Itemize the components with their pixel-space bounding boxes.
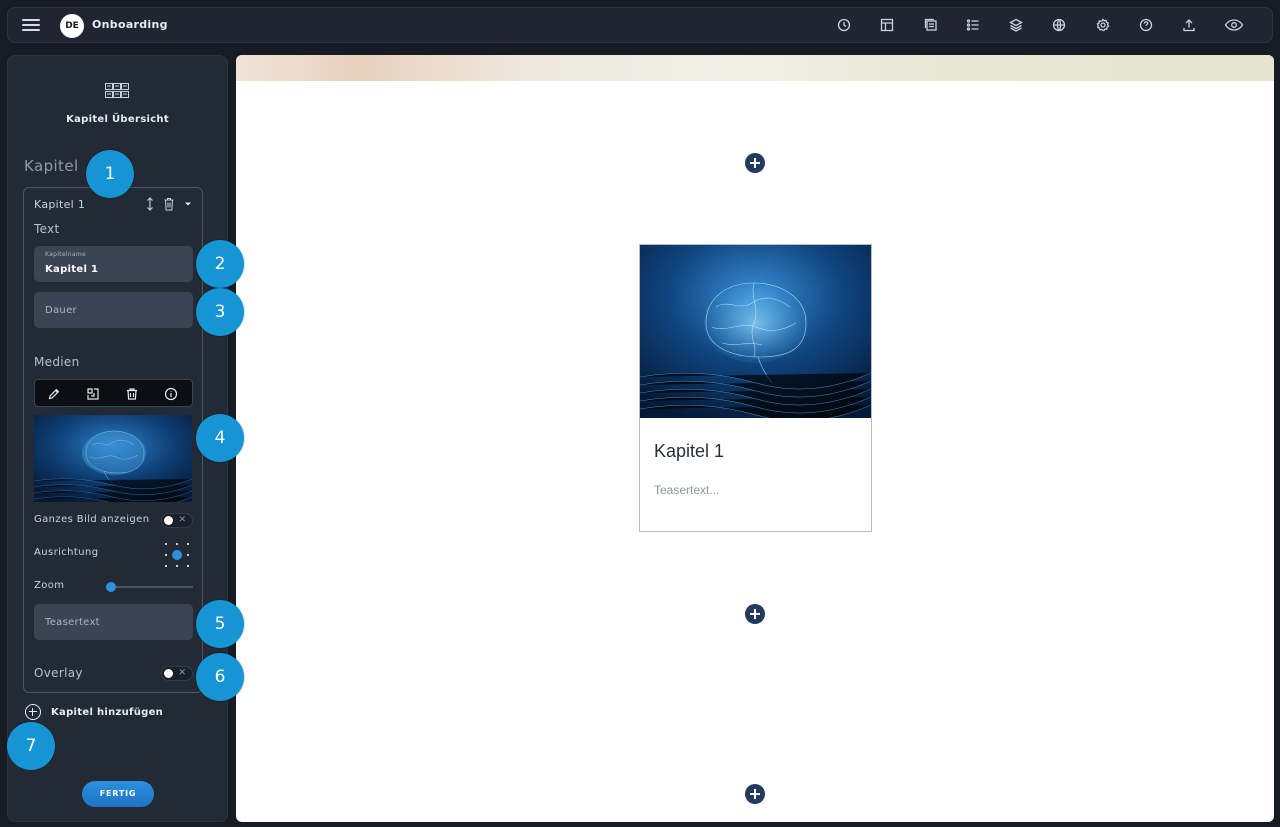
duration-field[interactable]: Dauer xyxy=(34,292,193,328)
list-icon[interactable] xyxy=(963,15,983,35)
annotation-marker-5: 5 xyxy=(196,600,244,648)
add-chapter-label: Kapitel hinzufügen xyxy=(51,706,164,718)
show-full-image-label: Ganzes Bild anzeigen xyxy=(34,514,150,525)
annotation-marker-3: 3 xyxy=(196,288,244,336)
crop-resize-icon[interactable] xyxy=(86,386,102,402)
chapter-teaser-card[interactable]: Kapitel 1 Teasertext... xyxy=(639,244,872,532)
history-icon[interactable] xyxy=(834,15,854,35)
annotation-marker-7: 7 xyxy=(7,722,55,770)
alignment-picker[interactable] xyxy=(164,542,190,568)
annotation-marker-4: 4 xyxy=(196,414,244,462)
toggle-off-icon: ✕ xyxy=(178,515,186,525)
delete-chapter-icon[interactable] xyxy=(163,196,175,212)
top-bar: DE Onboarding xyxy=(7,7,1273,43)
toggle-off-icon: ✕ xyxy=(178,668,186,678)
chapter-media-thumbnail[interactable] xyxy=(34,415,192,502)
toggle-knob xyxy=(164,669,173,678)
chapter-name-label: Kapitelname xyxy=(45,251,87,258)
add-chapter-button[interactable]: Kapitel hinzufügen xyxy=(25,703,163,721)
chapters-heading: Kapitel xyxy=(24,157,79,175)
toggle-knob xyxy=(164,516,173,525)
chapter-overview-label[interactable]: Kapitel Übersicht xyxy=(8,114,227,125)
media-section-label: Medien xyxy=(34,355,80,369)
preview-eye-icon[interactable] xyxy=(1222,15,1246,35)
add-section-icon[interactable] xyxy=(745,604,765,624)
teaser-text-field[interactable]: Teasertext xyxy=(34,604,193,640)
layers-stack-icon[interactable] xyxy=(921,15,941,35)
teaser-card-text: Teasertext... xyxy=(654,483,720,497)
overlay-toggle[interactable]: ✕ xyxy=(161,666,193,681)
add-section-icon[interactable] xyxy=(745,784,765,804)
app-title: Onboarding xyxy=(92,18,168,31)
teaser-card-title: Kapitel 1 xyxy=(654,441,725,461)
add-section-icon[interactable] xyxy=(745,153,765,173)
upload-icon[interactable] xyxy=(1179,15,1199,35)
hamburger-menu-icon[interactable] xyxy=(22,16,40,34)
layout-icon[interactable] xyxy=(877,15,897,35)
chevron-down-icon[interactable] xyxy=(183,199,193,209)
media-toolbar xyxy=(34,379,193,407)
stack-icon[interactable] xyxy=(1006,15,1026,35)
annotation-marker-2: 2 xyxy=(196,240,244,288)
annotation-marker-1: 1 xyxy=(86,150,134,198)
globe-icon[interactable] xyxy=(1049,15,1069,35)
add-circle-icon xyxy=(25,704,41,720)
done-button[interactable]: FERTIG xyxy=(82,781,154,807)
chapter-teaser-image xyxy=(640,245,871,418)
zoom-label: Zoom xyxy=(34,580,65,591)
chapter-name-value[interactable]: Kapitel 1 xyxy=(45,264,98,275)
chapter-overview-icon[interactable] xyxy=(105,83,129,99)
edit-pencil-icon[interactable] xyxy=(47,386,63,402)
info-icon[interactable] xyxy=(164,386,180,402)
language-badge[interactable]: DE xyxy=(60,14,84,38)
teaser-text-placeholder: Teasertext xyxy=(45,617,100,628)
zoom-slider-handle[interactable] xyxy=(106,582,116,592)
zoom-slider-track[interactable] xyxy=(109,586,193,588)
settings-icon[interactable] xyxy=(1093,15,1113,35)
duration-placeholder: Dauer xyxy=(45,305,77,316)
header-image-strip xyxy=(236,55,1274,81)
help-icon[interactable] xyxy=(1136,15,1156,35)
annotation-marker-6: 6 xyxy=(196,653,244,701)
show-full-image-toggle[interactable]: ✕ xyxy=(161,513,193,528)
overlay-label: Overlay xyxy=(34,666,83,680)
chapter-editor-card: Kapitel 1 Text Kapitelname Kapitel 1 Dau… xyxy=(23,187,203,693)
delete-media-icon[interactable] xyxy=(125,386,141,402)
chapter-name-field[interactable]: Kapitelname Kapitel 1 xyxy=(34,246,193,282)
page-canvas: Kapitel 1 Teasertext... xyxy=(236,55,1274,822)
alignment-label: Ausrichtung xyxy=(34,547,99,558)
chapter-title[interactable]: Kapitel 1 xyxy=(34,198,85,211)
reorder-arrows-icon[interactable] xyxy=(144,196,156,212)
text-section-label: Text xyxy=(34,222,60,236)
